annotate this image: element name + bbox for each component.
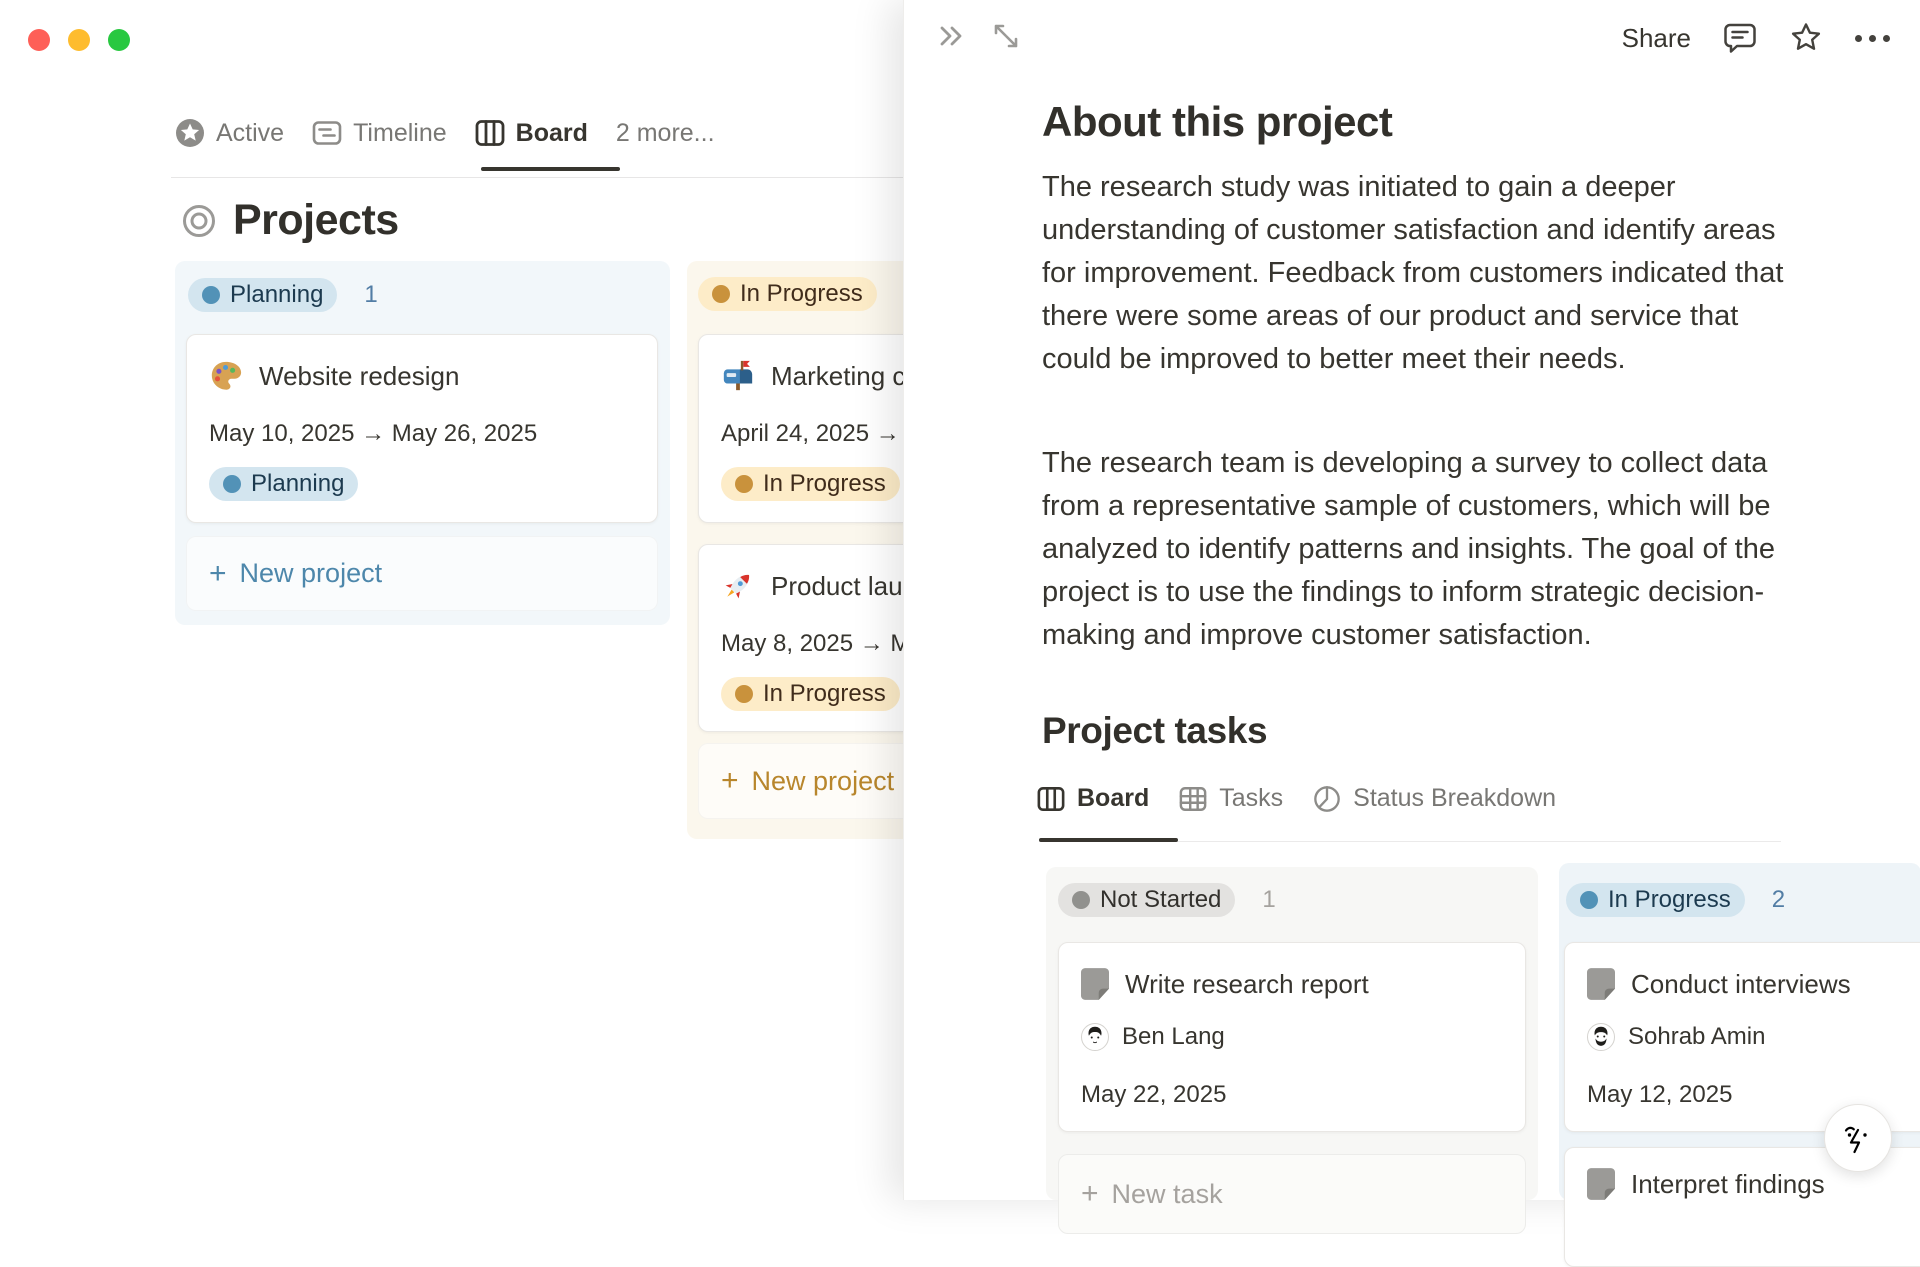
- status-dot: [202, 286, 220, 304]
- assignee-name: Sohrab Amin: [1628, 1023, 1766, 1050]
- timeline-icon: [312, 118, 342, 148]
- card-status-tag: In Progress: [721, 467, 900, 501]
- share-button[interactable]: Share: [1622, 23, 1691, 54]
- plus-icon: +: [1081, 1177, 1099, 1210]
- task-view-tabs: Board Tasks Status Breakdown: [1037, 784, 1556, 813]
- column-count: 1: [364, 281, 378, 308]
- task-card-write-research-report[interactable]: Write research report Ben Lang May 22, 2…: [1058, 942, 1526, 1132]
- view-tabs: Active Timeline Board 2 more...: [175, 110, 715, 156]
- close-button[interactable]: [28, 29, 50, 51]
- palette-emoji: [209, 359, 243, 393]
- column-status-pill[interactable]: In Progress: [698, 277, 877, 311]
- tab-label: Active: [216, 118, 285, 147]
- doc-subtitle: Project tasks: [1042, 710, 1268, 751]
- plus-icon: +: [209, 556, 227, 590]
- notion-ai-button[interactable]: [1824, 1104, 1892, 1172]
- status-dot: [712, 285, 730, 303]
- column-status-pill[interactable]: Planning: [188, 278, 338, 312]
- new-task-button[interactable]: + New task: [1058, 1154, 1526, 1234]
- page-icon: [1587, 1168, 1615, 1200]
- tab-label: 2 more...: [615, 118, 715, 147]
- card-date: May 22, 2025: [1081, 1081, 1227, 1108]
- card-title: Conduct interviews: [1631, 968, 1851, 999]
- doc-paragraph: The research team is developing a survey…: [1042, 447, 1776, 651]
- page-icon: [1081, 968, 1109, 1000]
- active-tab-underline: [481, 167, 620, 171]
- side-peek-panel: Share About this project The research st…: [903, 0, 1920, 1267]
- column-status-pill[interactable]: Not Started: [1058, 883, 1236, 917]
- tab-tasks-view[interactable]: Tasks: [1179, 784, 1283, 813]
- tab-timeline-view[interactable]: Timeline: [312, 118, 447, 148]
- card-date-range: May 8, 2025 → Ma: [721, 630, 924, 657]
- tab-board-view[interactable]: Board: [1037, 784, 1149, 813]
- column-count: 1: [1262, 886, 1276, 913]
- board-icon: [1037, 785, 1065, 813]
- tabs-divider: [1039, 841, 1781, 842]
- status-dot: [735, 475, 753, 493]
- tab-label: Timeline: [353, 118, 447, 147]
- column-status-pill[interactable]: In Progress: [1566, 883, 1745, 917]
- task-card-conduct-interviews[interactable]: Conduct interviews Sohrab Amin May 12, 2…: [1564, 942, 1920, 1132]
- traffic-lights: [28, 29, 130, 51]
- card-date-range: May 10, 2025 → May 26, 2025: [209, 420, 538, 447]
- assignee-name: Ben Lang: [1122, 1023, 1225, 1050]
- comment-icon[interactable]: [1723, 21, 1757, 55]
- status-dot: [1072, 891, 1090, 909]
- tab-more-views[interactable]: 2 more...: [616, 119, 715, 148]
- board-column-planning: Planning 1 Website redesign May 10, 2025…: [175, 261, 670, 625]
- tab-label: Board: [515, 118, 588, 147]
- status-dot: [223, 475, 241, 493]
- rocket-emoji: [721, 569, 755, 603]
- card-title: Interpret findings: [1631, 1168, 1825, 1199]
- bullseye-icon: [181, 203, 217, 239]
- avatar-ben-lang: [1081, 1023, 1109, 1051]
- avatar-sohrab-amin: [1587, 1023, 1615, 1051]
- card-title: Marketing c: [771, 360, 906, 391]
- double-chevron-right-icon[interactable]: [936, 20, 968, 52]
- task-column-not-started: Not Started 1 Write research report Ben …: [1046, 867, 1538, 1234]
- tab-board-view[interactable]: Board: [475, 118, 588, 148]
- board-icon: [475, 118, 505, 148]
- minimize-button[interactable]: [68, 29, 90, 51]
- card-status-tag: In Progress: [721, 677, 900, 711]
- page-icon: [1587, 968, 1615, 1000]
- card-date-range: April 24, 2025 → M: [721, 420, 927, 447]
- project-card-website-redesign[interactable]: Website redesign May 10, 2025 → May 26, …: [186, 334, 658, 523]
- table-icon: [1179, 785, 1207, 813]
- tab-active-view[interactable]: Active: [175, 118, 284, 148]
- doc-title: About this project: [1042, 98, 1393, 145]
- card-title: Write research report: [1125, 968, 1369, 999]
- star-circle-icon: [175, 118, 205, 148]
- notion-ai-face-icon: [1837, 1117, 1879, 1159]
- card-date: May 12, 2025: [1587, 1081, 1733, 1108]
- new-project-button[interactable]: + New project: [186, 536, 658, 611]
- page-title: Projects: [233, 196, 399, 244]
- doc-paragraph: The research study was initiated to gain…: [1042, 171, 1784, 375]
- status-dot: [735, 685, 753, 703]
- card-status-tag: Planning: [209, 467, 359, 501]
- column-count: 2: [1771, 886, 1786, 913]
- card-title: Website redesign: [259, 360, 460, 391]
- more-icon[interactable]: [1855, 34, 1890, 42]
- plus-icon: +: [721, 764, 739, 797]
- pie-chart-icon: [1313, 785, 1341, 813]
- mailbox-emoji: [721, 359, 755, 393]
- tab-status-breakdown-view[interactable]: Status Breakdown: [1313, 784, 1556, 813]
- zoom-button[interactable]: [108, 29, 130, 51]
- star-icon[interactable]: [1789, 21, 1823, 55]
- expand-diagonal-icon[interactable]: [990, 20, 1022, 52]
- card-title: Product laun: [771, 570, 917, 601]
- status-dot: [1580, 891, 1598, 909]
